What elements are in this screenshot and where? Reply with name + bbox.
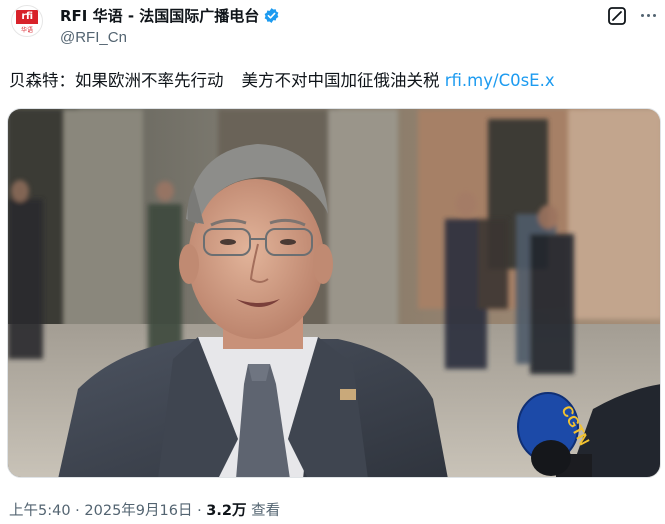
photo-scene: CGTN: [8, 109, 660, 477]
meta-separator: ·: [192, 503, 207, 519]
view-count: 3.2万: [206, 503, 247, 519]
more-options-icon[interactable]: [637, 4, 659, 26]
rfi-logo: rfi: [16, 10, 38, 24]
tweet-text: 贝森特：如果欧洲不率先行动 美方不对中国加征俄油关税 rfi.my/C0sE.x: [9, 67, 555, 91]
tweet-photo[interactable]: CGTN: [7, 108, 661, 478]
tweet-link[interactable]: rfi.my/C0sE.x: [445, 71, 555, 90]
tweet-time[interactable]: 上午5:40: [9, 503, 71, 519]
tweet-text-part2: 美方不对中国加征俄油关税: [241, 71, 440, 90]
more-dot: [640, 13, 644, 17]
account-handle[interactable]: @RFI_Cn: [60, 29, 127, 46]
tweet-meta: 上午5:40 · 2025年9月16日 · 3.2万 查看: [9, 499, 280, 520]
grok-icon[interactable]: [607, 6, 627, 26]
account-name-row: RFI 华语 - 法国国际广播电台: [60, 4, 280, 26]
account-display-name[interactable]: RFI 华语 - 法国国际广播电台: [60, 5, 259, 26]
more-dot: [646, 13, 650, 17]
more-dot: [652, 13, 656, 17]
view-label: 查看: [246, 503, 281, 519]
rfi-logo-sub: 华语: [20, 28, 33, 34]
meta-separator: ·: [70, 503, 85, 519]
account-avatar[interactable]: rfi 华语: [11, 5, 43, 37]
tweet-date[interactable]: 2025年9月16日: [84, 503, 192, 519]
verified-badge-icon: [264, 7, 279, 23]
tweet-text-part1: 贝森特：如果欧洲不率先行动: [9, 71, 224, 90]
